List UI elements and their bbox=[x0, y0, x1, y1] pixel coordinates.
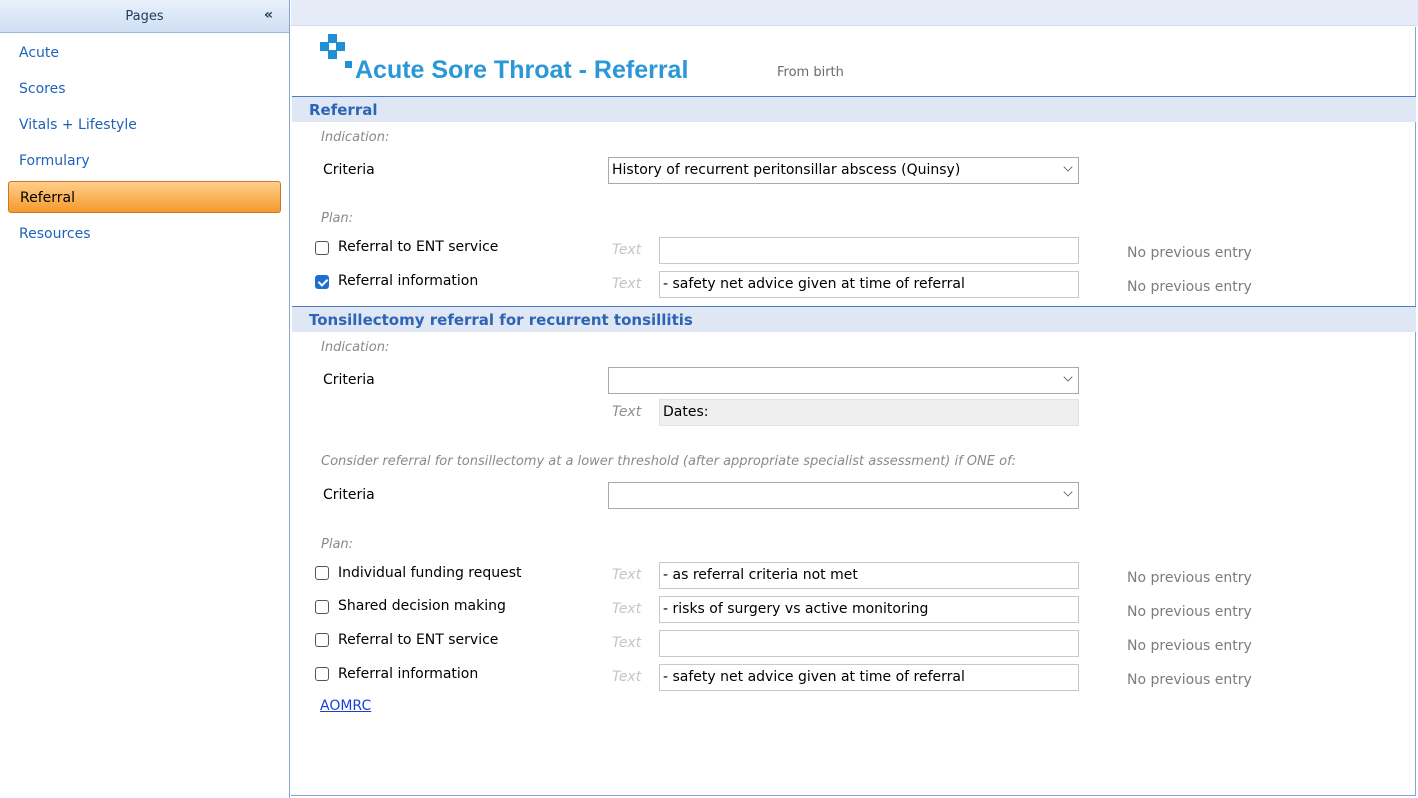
sidebar-item-formulary[interactable]: Formulary bbox=[8, 145, 281, 177]
section-title: Tonsillectomy referral for recurrent ton… bbox=[309, 311, 693, 329]
individual-funding-text-input[interactable]: - as referral criteria not met bbox=[659, 562, 1079, 589]
previous-entry-status: No previous entry bbox=[1127, 604, 1252, 620]
top-strip bbox=[291, 0, 1418, 26]
sidebar-header-title: Pages bbox=[125, 8, 164, 24]
chevron-down-icon bbox=[1063, 372, 1073, 382]
previous-entry-status: No previous entry bbox=[1127, 638, 1252, 654]
lower-threshold-note: Consider referral for tonsillectomy at a… bbox=[321, 454, 1017, 469]
indication-heading: Indication: bbox=[321, 130, 390, 145]
sidebar-item-referral[interactable]: Referral bbox=[8, 181, 281, 213]
tonsillectomy-criteria-dropdown[interactable] bbox=[608, 367, 1079, 394]
age-range-subtitle: From birth bbox=[777, 65, 844, 80]
dates-text-input[interactable]: Dates: bbox=[659, 399, 1079, 426]
chevron-down-icon bbox=[1063, 487, 1073, 497]
text-field-label: Text bbox=[612, 601, 642, 617]
shared-decision-checkbox[interactable] bbox=[315, 600, 329, 614]
checkbox-label: Referral information bbox=[338, 666, 479, 682]
previous-entry-status: No previous entry bbox=[1127, 570, 1252, 586]
checkbox-label: Individual funding request bbox=[338, 565, 522, 581]
checkbox-label: Shared decision making bbox=[338, 598, 506, 614]
sidebar-item-vitals-lifestyle[interactable]: Vitals + Lifestyle bbox=[8, 109, 281, 141]
text-field-label: Text bbox=[612, 404, 642, 420]
medical-cross-icon bbox=[320, 34, 356, 70]
referral-ent-text-input[interactable] bbox=[659, 237, 1079, 264]
checkbox-label: Referral to ENT service bbox=[338, 239, 499, 255]
referral-information-text-input[interactable]: - safety net advice given at time of ref… bbox=[659, 271, 1079, 298]
referral-information-checkbox[interactable] bbox=[315, 275, 329, 289]
text-field-label: Text bbox=[612, 567, 642, 583]
sidebar-item-scores[interactable]: Scores bbox=[8, 73, 281, 105]
checkbox-label: Referral information bbox=[338, 273, 479, 289]
lower-threshold-criteria-dropdown[interactable] bbox=[608, 482, 1079, 509]
section-tonsillectomy: Tonsillectomy referral for recurrent ton… bbox=[292, 306, 1416, 332]
aomrc-link[interactable]: AOMRC bbox=[320, 698, 371, 714]
plan-heading: Plan: bbox=[321, 537, 354, 552]
double-chevron-left-icon[interactable]: « bbox=[264, 7, 273, 23]
referral-criteria-dropdown[interactable]: History of recurrent peritonsillar absce… bbox=[608, 157, 1079, 184]
referral-ent-checkbox[interactable] bbox=[315, 241, 329, 255]
indication-heading: Indication: bbox=[321, 340, 390, 355]
shared-decision-text-input[interactable]: - risks of surgery vs active monitoring bbox=[659, 596, 1079, 623]
tonsillectomy-referral-ent-checkbox[interactable] bbox=[315, 633, 329, 647]
previous-entry-status: No previous entry bbox=[1127, 279, 1252, 295]
text-field-label: Text bbox=[612, 242, 642, 258]
previous-entry-status: No previous entry bbox=[1127, 672, 1252, 688]
chevron-down-icon bbox=[1063, 162, 1073, 172]
text-field-label: Text bbox=[612, 276, 642, 292]
tonsillectomy-referral-information-text-input[interactable]: - safety net advice given at time of ref… bbox=[659, 664, 1079, 691]
plan-heading: Plan: bbox=[321, 211, 354, 226]
criteria-label: Criteria bbox=[323, 372, 375, 388]
checkbox-label: Referral to ENT service bbox=[338, 632, 499, 648]
sidebar-header: Pages « bbox=[0, 0, 289, 33]
page-title: Acute Sore Throat - Referral bbox=[355, 56, 689, 84]
sidebar-item-acute[interactable]: Acute bbox=[8, 37, 281, 69]
tonsillectomy-referral-ent-text-input[interactable] bbox=[659, 630, 1079, 657]
criteria-label: Criteria bbox=[323, 162, 375, 178]
text-field-label: Text bbox=[612, 635, 642, 651]
sidebar-item-resources[interactable]: Resources bbox=[8, 218, 281, 250]
section-title: Referral bbox=[309, 101, 378, 119]
criteria-label: Criteria bbox=[323, 487, 375, 503]
previous-entry-status: No previous entry bbox=[1127, 245, 1252, 261]
individual-funding-checkbox[interactable] bbox=[315, 566, 329, 580]
sidebar: Pages « Acute Scores Vitals + Lifestyle … bbox=[0, 0, 290, 798]
tonsillectomy-referral-information-checkbox[interactable] bbox=[315, 667, 329, 681]
text-field-label: Text bbox=[612, 669, 642, 685]
section-referral: Referral bbox=[292, 96, 1416, 122]
dropdown-value: History of recurrent peritonsillar absce… bbox=[612, 162, 961, 178]
